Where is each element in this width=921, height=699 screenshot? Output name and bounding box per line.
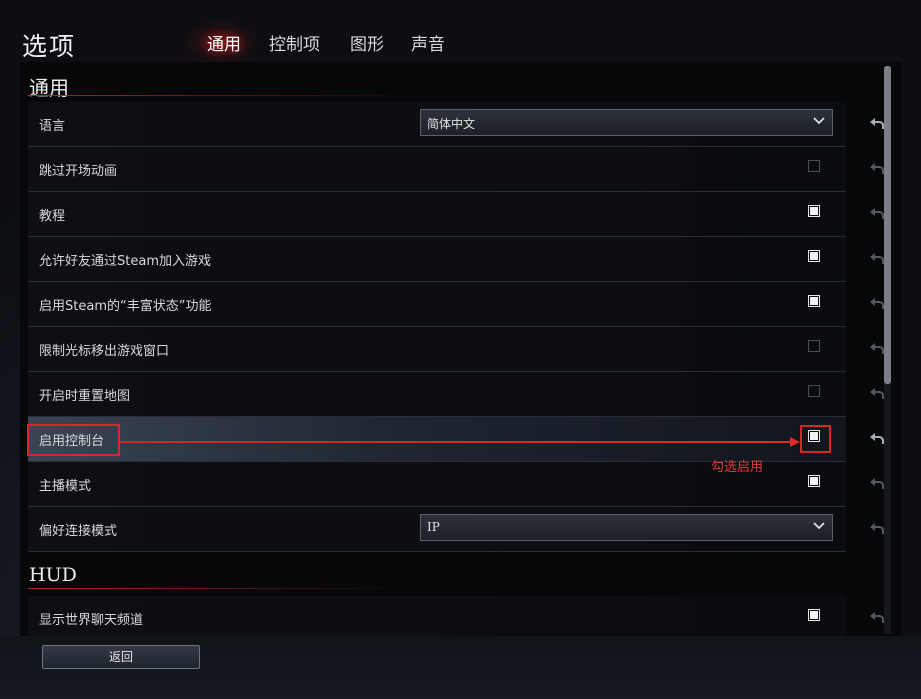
undo-arrow-icon[interactable] [869, 251, 885, 265]
option-label: 主播模式 [39, 479, 92, 494]
undo-arrow-icon[interactable] [869, 116, 885, 130]
undo-arrow-icon[interactable] [869, 386, 885, 400]
option-row-reset-map: 开启时重置地图 [28, 372, 884, 417]
annotation-text: 勾选启用 [711, 460, 764, 475]
option-row-steam-join: 允许好友通过Steam加入游戏 [28, 237, 884, 282]
annotation-box-console-label [27, 424, 120, 456]
option-row-language: 语言 简体中文 [28, 102, 884, 147]
option-label: 教程 [39, 209, 66, 224]
option-label: 语言 [39, 119, 66, 134]
undo-arrow-icon[interactable] [869, 431, 885, 445]
options-panel: 通用 语言 简体中文 跳过开场动画 教程 允许好友通过Steam加入游戏 启用S… [20, 62, 901, 636]
option-row-world-chat: 显示世界聊天频道 [28, 596, 884, 636]
undo-arrow-icon[interactable] [869, 521, 885, 535]
tab-sound[interactable]: 声音 [411, 30, 445, 55]
tab-controls[interactable]: 控制项 [269, 30, 320, 55]
dropdown-value: 简体中文 [427, 117, 476, 131]
annotation-box-console-checkbox [800, 425, 831, 453]
section-title-hud: HUD [29, 564, 77, 586]
undo-arrow-icon[interactable] [869, 206, 885, 220]
undo-arrow-icon[interactable] [869, 610, 885, 624]
reset-map-checkbox[interactable] [808, 385, 820, 397]
scrollbar-thumb[interactable] [884, 66, 891, 384]
option-row-connection-mode: 偏好连接模式 IP [28, 507, 884, 552]
section-title-general: 通用 [29, 76, 69, 100]
connection-mode-dropdown[interactable]: IP [420, 514, 833, 541]
undo-arrow-icon[interactable] [869, 161, 885, 175]
confine-cursor-checkbox[interactable] [808, 340, 820, 352]
streamer-mode-checkbox[interactable] [808, 475, 820, 487]
option-label: 偏好连接模式 [39, 524, 118, 539]
option-label: 显示世界聊天频道 [39, 613, 144, 628]
page-title: 选项 [22, 32, 77, 61]
option-row-skip-intro: 跳过开场动画 [28, 147, 884, 192]
rich-presence-checkbox[interactable] [808, 295, 820, 307]
section-divider [28, 95, 416, 96]
option-label: 允许好友通过Steam加入游戏 [39, 254, 211, 269]
undo-arrow-icon[interactable] [869, 296, 885, 310]
tab-graphics[interactable]: 图形 [350, 30, 384, 55]
annotation-arrow-head [790, 437, 800, 447]
undo-arrow-icon[interactable] [869, 476, 885, 490]
tutorial-checkbox[interactable] [808, 205, 820, 217]
language-dropdown[interactable]: 简体中文 [420, 109, 833, 136]
undo-arrow-icon[interactable] [869, 341, 885, 355]
steam-join-checkbox[interactable] [808, 250, 820, 262]
option-row-tutorial: 教程 [28, 192, 884, 237]
skip-intro-checkbox[interactable] [808, 160, 820, 172]
option-label: 跳过开场动画 [39, 164, 118, 179]
option-row-confine-cursor: 限制光标移出游戏窗口 [28, 327, 884, 372]
option-label: 启用Steam的“丰富状态”功能 [39, 299, 212, 314]
option-label: 开启时重置地图 [39, 389, 131, 404]
tab-general[interactable]: 通用 [207, 30, 241, 55]
option-row-steam-rich-presence: 启用Steam的“丰富状态”功能 [28, 282, 884, 327]
option-label: 限制光标移出游戏窗口 [39, 344, 170, 359]
back-button[interactable]: 返回 [42, 645, 200, 669]
annotation-arrow-line [120, 441, 790, 443]
chevron-down-icon [813, 522, 825, 530]
section-divider [28, 588, 416, 589]
scrollbar[interactable] [884, 66, 891, 634]
chevron-down-icon [813, 117, 825, 125]
dropdown-value: IP [427, 520, 440, 534]
world-chat-checkbox[interactable] [808, 609, 820, 621]
